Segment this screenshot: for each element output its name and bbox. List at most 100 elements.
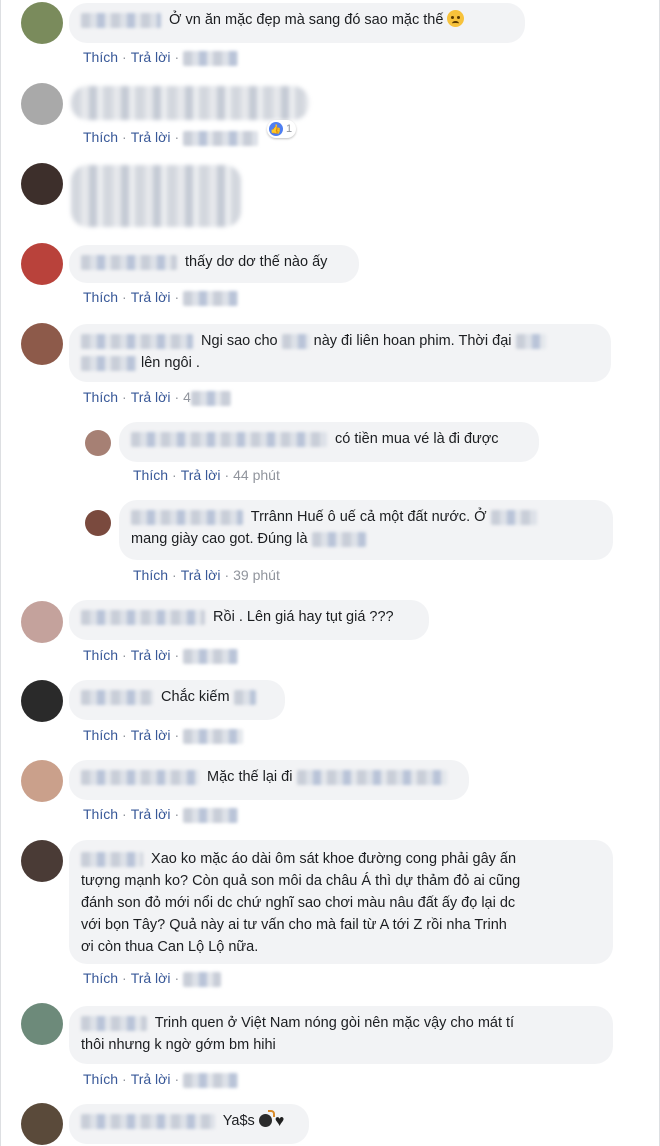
blurred-time bbox=[183, 130, 259, 146]
comment-text-line: thôi nhưng k ngờ gớm bm hihi bbox=[81, 1037, 276, 1053]
avatar[interactable] bbox=[21, 243, 63, 285]
like-button[interactable]: Thích bbox=[133, 467, 168, 483]
blurred-word bbox=[515, 333, 546, 349]
blurred-author[interactable] bbox=[131, 509, 243, 525]
bomb-icon bbox=[258, 1110, 275, 1127]
comment-text-line: Ngi sao cho bbox=[201, 333, 278, 349]
comment-text: Ở vn ăn mặc đẹp mà sang đó sao mặc thế bbox=[169, 12, 444, 28]
like-button[interactable]: Thích bbox=[83, 49, 118, 65]
like-button[interactable]: Thích bbox=[83, 647, 118, 663]
avatar[interactable] bbox=[21, 760, 63, 802]
comment-actions: Thích · Trả lời · bbox=[83, 128, 262, 146]
like-button[interactable]: Thích bbox=[83, 289, 118, 305]
reply-button[interactable]: Trả lời bbox=[131, 1071, 171, 1087]
comment-time: 39 phút bbox=[233, 567, 280, 583]
comment-bubble: có tiền mua vé là đi được bbox=[119, 422, 539, 462]
blurred-comment bbox=[71, 86, 309, 120]
reaction-badge[interactable]: 👍 1 bbox=[267, 120, 297, 138]
avatar[interactable] bbox=[21, 1003, 63, 1045]
reply-button[interactable]: Trả lời bbox=[131, 970, 171, 986]
comment-bubble: Ya$s ♥ bbox=[69, 1104, 309, 1144]
comment-time: 4 bbox=[183, 389, 191, 405]
comment-actions: Thích · Trả lời · 44 phút bbox=[133, 467, 280, 483]
comment-actions: Thích · Trả lời · bbox=[83, 646, 242, 664]
avatar[interactable] bbox=[85, 430, 111, 456]
blurred-author[interactable] bbox=[81, 769, 199, 785]
comment-text-line: lên ngôi . bbox=[141, 355, 200, 371]
comment-bubble: Trrânn Huế ô uế cả một đất nước. Ở mang … bbox=[119, 500, 613, 560]
like-button[interactable]: Thích bbox=[83, 970, 118, 986]
comment-text-line: đánh son đỏ mới nổi dc chứ nghĩ sao chơi… bbox=[81, 895, 516, 911]
comment-actions: Thích · Trả lời · 39 phút bbox=[133, 567, 280, 583]
blurred-author[interactable] bbox=[81, 12, 161, 28]
reply-button[interactable]: Trả lời bbox=[181, 567, 221, 583]
comment-actions: Thích · Trả lời · bbox=[83, 48, 242, 66]
avatar[interactable] bbox=[21, 680, 63, 722]
comment-text: Mặc thế lại đi bbox=[207, 769, 293, 785]
blurred-time bbox=[183, 50, 239, 66]
like-button[interactable]: Thích bbox=[83, 129, 118, 145]
comment-text-line: tượng mạnh ko? Còn quả son môi da châu Á… bbox=[81, 873, 521, 889]
comment-text: thấy dơ dơ thế nào ấy bbox=[185, 254, 328, 270]
reply-button[interactable]: Trả lời bbox=[181, 467, 221, 483]
like-button[interactable]: Thích bbox=[83, 389, 118, 405]
blurred-author[interactable] bbox=[81, 609, 205, 625]
blurred-word bbox=[296, 769, 447, 785]
comment-actions: Thích · Trả lời · 4 bbox=[83, 388, 235, 406]
reply-button[interactable]: Trả lời bbox=[131, 727, 171, 743]
comment-actions: Thích · Trả lời · bbox=[83, 1070, 242, 1088]
like-button[interactable]: Thích bbox=[83, 727, 118, 743]
like-button[interactable]: Thích bbox=[83, 806, 118, 822]
avatar[interactable] bbox=[21, 840, 63, 882]
avatar[interactable] bbox=[21, 83, 63, 125]
reply-button[interactable]: Trả lời bbox=[131, 49, 171, 65]
comment-bubble: Chắc kiếm bbox=[69, 680, 285, 720]
blurred-author[interactable] bbox=[131, 431, 327, 447]
blurred-word bbox=[81, 355, 137, 371]
comment-bubble: Ngi sao cho này đi liên hoan phim. Thời … bbox=[69, 324, 611, 382]
comment-bubble: thấy dơ dơ thế nào ấy bbox=[69, 245, 359, 283]
blurred-author[interactable] bbox=[81, 689, 153, 705]
blurred-author[interactable] bbox=[81, 254, 177, 270]
reply-button[interactable]: Trả lời bbox=[131, 129, 171, 145]
blurred-author[interactable] bbox=[81, 1015, 147, 1031]
comment-text-line: với bọn Tây? Quả này ai tư vấn cho mà fa… bbox=[81, 917, 507, 933]
avatar[interactable] bbox=[21, 601, 63, 643]
reply-button[interactable]: Trả lời bbox=[131, 647, 171, 663]
comment-actions: Thích · Trả lời · bbox=[83, 969, 225, 987]
reaction-count: 1 bbox=[286, 123, 293, 135]
comment-text-line: mang giày cao got. Đúng là bbox=[131, 531, 308, 547]
comment-time: 44 phút bbox=[233, 467, 280, 483]
blurred-word bbox=[490, 509, 537, 525]
blurred-author[interactable] bbox=[81, 851, 143, 867]
avatar[interactable] bbox=[21, 2, 63, 44]
comment-actions: Thích · Trả lời · bbox=[83, 726, 247, 744]
blurred-comment bbox=[71, 165, 241, 227]
sad-face-emoji-icon bbox=[447, 10, 465, 27]
avatar[interactable] bbox=[21, 1103, 63, 1145]
comment-bubble: Trinh quen ở Việt Nam nóng gòi nên mặc v… bbox=[69, 1006, 613, 1064]
reply-button[interactable]: Trả lời bbox=[131, 289, 171, 305]
blurred-time bbox=[183, 971, 222, 987]
avatar[interactable] bbox=[21, 163, 63, 205]
comment-bubble: Xao ko mặc áo dài ôm sát khoe đường cong… bbox=[69, 840, 613, 964]
reply-button[interactable]: Trả lời bbox=[131, 389, 171, 405]
blurred-time bbox=[183, 290, 239, 306]
blurred-time bbox=[183, 1072, 239, 1088]
avatar[interactable] bbox=[85, 510, 111, 536]
avatar[interactable] bbox=[21, 323, 63, 365]
blurred-author[interactable] bbox=[81, 1113, 215, 1129]
comment-text-line: Trrânn Huế ô uế cả một đất nước. Ở bbox=[250, 509, 487, 525]
comment-bubble: Mặc thế lại đi bbox=[69, 760, 469, 800]
blurred-author[interactable] bbox=[81, 333, 193, 349]
comment-bubble: Rồi . Lên giá hay tụt giá ??? bbox=[69, 600, 429, 640]
reply-button[interactable]: Trả lời bbox=[131, 806, 171, 822]
comment-bubble: Ở vn ăn mặc đẹp mà sang đó sao mặc thế bbox=[69, 3, 525, 43]
comment-text: Rồi . Lên giá hay tụt giá ??? bbox=[213, 609, 394, 625]
comment-text: có tiền mua vé là đi được bbox=[335, 431, 499, 447]
like-button[interactable]: Thích bbox=[133, 567, 168, 583]
comment-text: Ya$s bbox=[222, 1113, 255, 1129]
blurred-time bbox=[190, 390, 231, 406]
like-button[interactable]: Thích bbox=[83, 1071, 118, 1087]
black-heart-icon: ♥ bbox=[274, 1113, 285, 1130]
